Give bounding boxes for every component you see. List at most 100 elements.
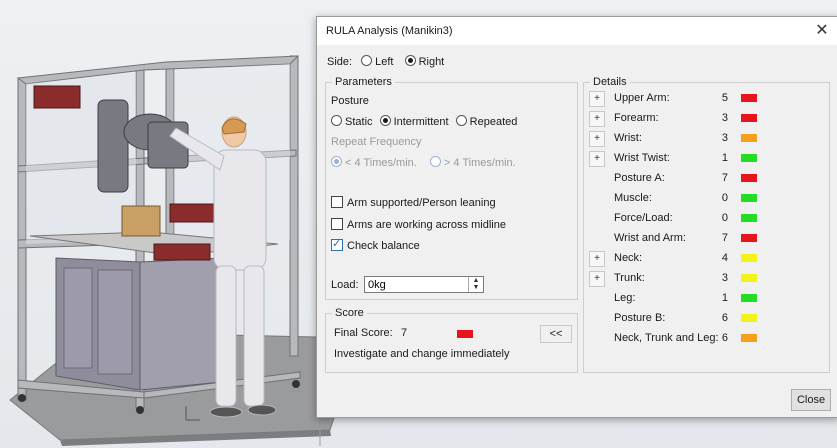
score-message: Investigate and change immediately bbox=[334, 348, 510, 360]
detail-value: 1 bbox=[721, 292, 728, 304]
load-spinner[interactable]: ▲ ▼ bbox=[468, 277, 483, 292]
detail-color-indicator bbox=[741, 134, 757, 142]
detail-color-indicator bbox=[741, 234, 757, 242]
close-button[interactable]: Close bbox=[791, 389, 831, 411]
detail-label: Wrist and Arm: bbox=[614, 232, 686, 244]
expand-plus-icon[interactable]: + bbox=[589, 271, 605, 287]
dialog-titlebar[interactable]: RULA Analysis (Manikin3) ✕ bbox=[317, 17, 837, 45]
expand-plus-icon[interactable]: + bbox=[589, 251, 605, 267]
detail-color-indicator bbox=[741, 274, 757, 282]
detail-label: Leg: bbox=[614, 292, 636, 304]
posture-repeated-label: Repeated bbox=[469, 116, 518, 128]
detail-color-indicator bbox=[741, 174, 757, 182]
repeat-frequency-label: Repeat Frequency bbox=[331, 136, 422, 148]
arms-midline-option[interactable]: Arms are working across midline bbox=[331, 218, 506, 231]
posture-repeated-radio[interactable] bbox=[455, 115, 467, 126]
side-left-label: Left bbox=[375, 56, 394, 68]
detail-value: 4 bbox=[721, 252, 728, 264]
freq-less-4-label: < 4 Times/min. bbox=[345, 157, 417, 169]
posture-label: Posture bbox=[331, 95, 369, 107]
freq-more-4-option[interactable]: > 4 Times/min. bbox=[429, 156, 516, 169]
freq-less-4-radio[interactable] bbox=[331, 156, 342, 167]
side-right-option[interactable]: Right bbox=[404, 55, 445, 68]
detail-value: 0 bbox=[721, 192, 728, 204]
detail-label: Muscle: bbox=[614, 192, 652, 204]
detail-label: Wrist: bbox=[614, 132, 642, 144]
detail-color-indicator bbox=[741, 254, 757, 262]
posture-intermittent-radio[interactable] bbox=[379, 115, 391, 126]
side-right-radio[interactable] bbox=[404, 55, 416, 66]
load-label: Load: bbox=[331, 279, 359, 291]
detail-value: 3 bbox=[721, 112, 728, 124]
expand-plus-icon[interactable]: + bbox=[589, 111, 605, 127]
detail-label: Neck: bbox=[614, 252, 643, 264]
freq-less-4-option[interactable]: < 4 Times/min. bbox=[331, 156, 417, 169]
final-score-label: Final Score: bbox=[334, 327, 393, 339]
parameters-legend: Parameters bbox=[332, 76, 395, 88]
frequency-options: < 4 Times/min. > 4 Times/min. bbox=[331, 156, 516, 169]
side-left-option[interactable]: Left bbox=[361, 55, 396, 68]
detail-color-indicator bbox=[741, 314, 757, 322]
final-score-value: 7 bbox=[401, 327, 408, 339]
detail-value: 5 bbox=[721, 92, 728, 104]
side-right-label: Right bbox=[418, 56, 445, 68]
posture-repeated-option[interactable]: Repeated bbox=[455, 115, 518, 128]
parameters-group: Parameters Posture Static Intermittent R… bbox=[325, 76, 578, 300]
posture-static-radio[interactable] bbox=[331, 115, 342, 126]
detail-value: 7 bbox=[721, 172, 728, 184]
detail-label: Trunk: bbox=[614, 272, 645, 284]
detail-color-indicator bbox=[741, 294, 757, 302]
arms-midline-label: Arms are working across midline bbox=[347, 219, 506, 231]
arms-midline-checkbox[interactable] bbox=[331, 218, 343, 230]
posture-static-label: Static bbox=[345, 116, 373, 128]
final-score-color bbox=[457, 330, 473, 338]
detail-label: Force/Load: bbox=[614, 212, 673, 224]
cardboard-box bbox=[121, 205, 161, 237]
detail-label: Posture B: bbox=[614, 312, 666, 324]
detail-color-indicator bbox=[741, 334, 757, 342]
detail-value: 0 bbox=[721, 212, 728, 224]
side-left-radio[interactable] bbox=[361, 55, 373, 66]
detail-color-indicator bbox=[741, 154, 757, 162]
close-icon[interactable]: ✕ bbox=[812, 21, 832, 41]
spin-up-icon[interactable]: ▲ bbox=[469, 277, 483, 284]
spin-down-icon[interactable]: ▼ bbox=[469, 284, 483, 291]
detail-value: 3 bbox=[721, 132, 728, 144]
expand-plus-icon[interactable]: + bbox=[589, 151, 605, 167]
score-legend: Score bbox=[332, 307, 367, 319]
check-balance-checkbox[interactable] bbox=[331, 237, 343, 251]
detail-value: 7 bbox=[721, 232, 728, 244]
side-label: Side: bbox=[327, 56, 353, 68]
check-balance-label: Check balance bbox=[347, 240, 420, 252]
detail-label: Wrist Twist: bbox=[614, 152, 670, 164]
check-balance-option[interactable]: Check balance bbox=[331, 237, 420, 252]
detail-label: Posture A: bbox=[614, 172, 665, 184]
expand-plus-icon[interactable]: + bbox=[589, 91, 605, 107]
load-input[interactable] bbox=[364, 276, 484, 293]
detail-color-indicator bbox=[741, 214, 757, 222]
collapse-details-button[interactable]: << bbox=[540, 325, 572, 343]
detail-value: 1 bbox=[721, 152, 728, 164]
detail-value: 3 bbox=[721, 272, 728, 284]
score-group: Score Final Score: 7 << Investigate and … bbox=[325, 307, 578, 373]
arm-supported-checkbox[interactable] bbox=[331, 196, 343, 208]
detail-value: 6 bbox=[721, 312, 728, 324]
detail-color-indicator bbox=[741, 114, 757, 122]
detail-color-indicator bbox=[741, 94, 757, 102]
rula-analysis-dialog: RULA Analysis (Manikin3) ✕ Side: Left Ri… bbox=[316, 16, 837, 418]
arm-supported-label: Arm supported/Person leaning bbox=[347, 197, 496, 209]
cabinet bbox=[55, 257, 223, 391]
posture-intermittent-option[interactable]: Intermittent bbox=[379, 115, 449, 128]
dialog-title: RULA Analysis (Manikin3) bbox=[326, 25, 453, 37]
freq-more-4-label: > 4 Times/min. bbox=[443, 157, 516, 169]
posture-options: Static Intermittent Repeated bbox=[331, 115, 517, 128]
posture-static-option[interactable]: Static bbox=[331, 115, 373, 128]
details-group: Details + Upper Arm: 5 + Forearm: 3 + Wrist: 3 + W… bbox=[583, 76, 830, 373]
detail-label: Forearm: bbox=[614, 112, 659, 124]
arm-supported-option[interactable]: Arm supported/Person leaning bbox=[331, 196, 496, 209]
freq-more-4-radio[interactable] bbox=[429, 156, 441, 167]
detail-value: 6 bbox=[721, 332, 728, 344]
expand-plus-icon[interactable]: + bbox=[589, 131, 605, 147]
detail-label: Neck, Trunk and Leg: bbox=[614, 332, 719, 344]
details-legend: Details bbox=[590, 76, 630, 88]
